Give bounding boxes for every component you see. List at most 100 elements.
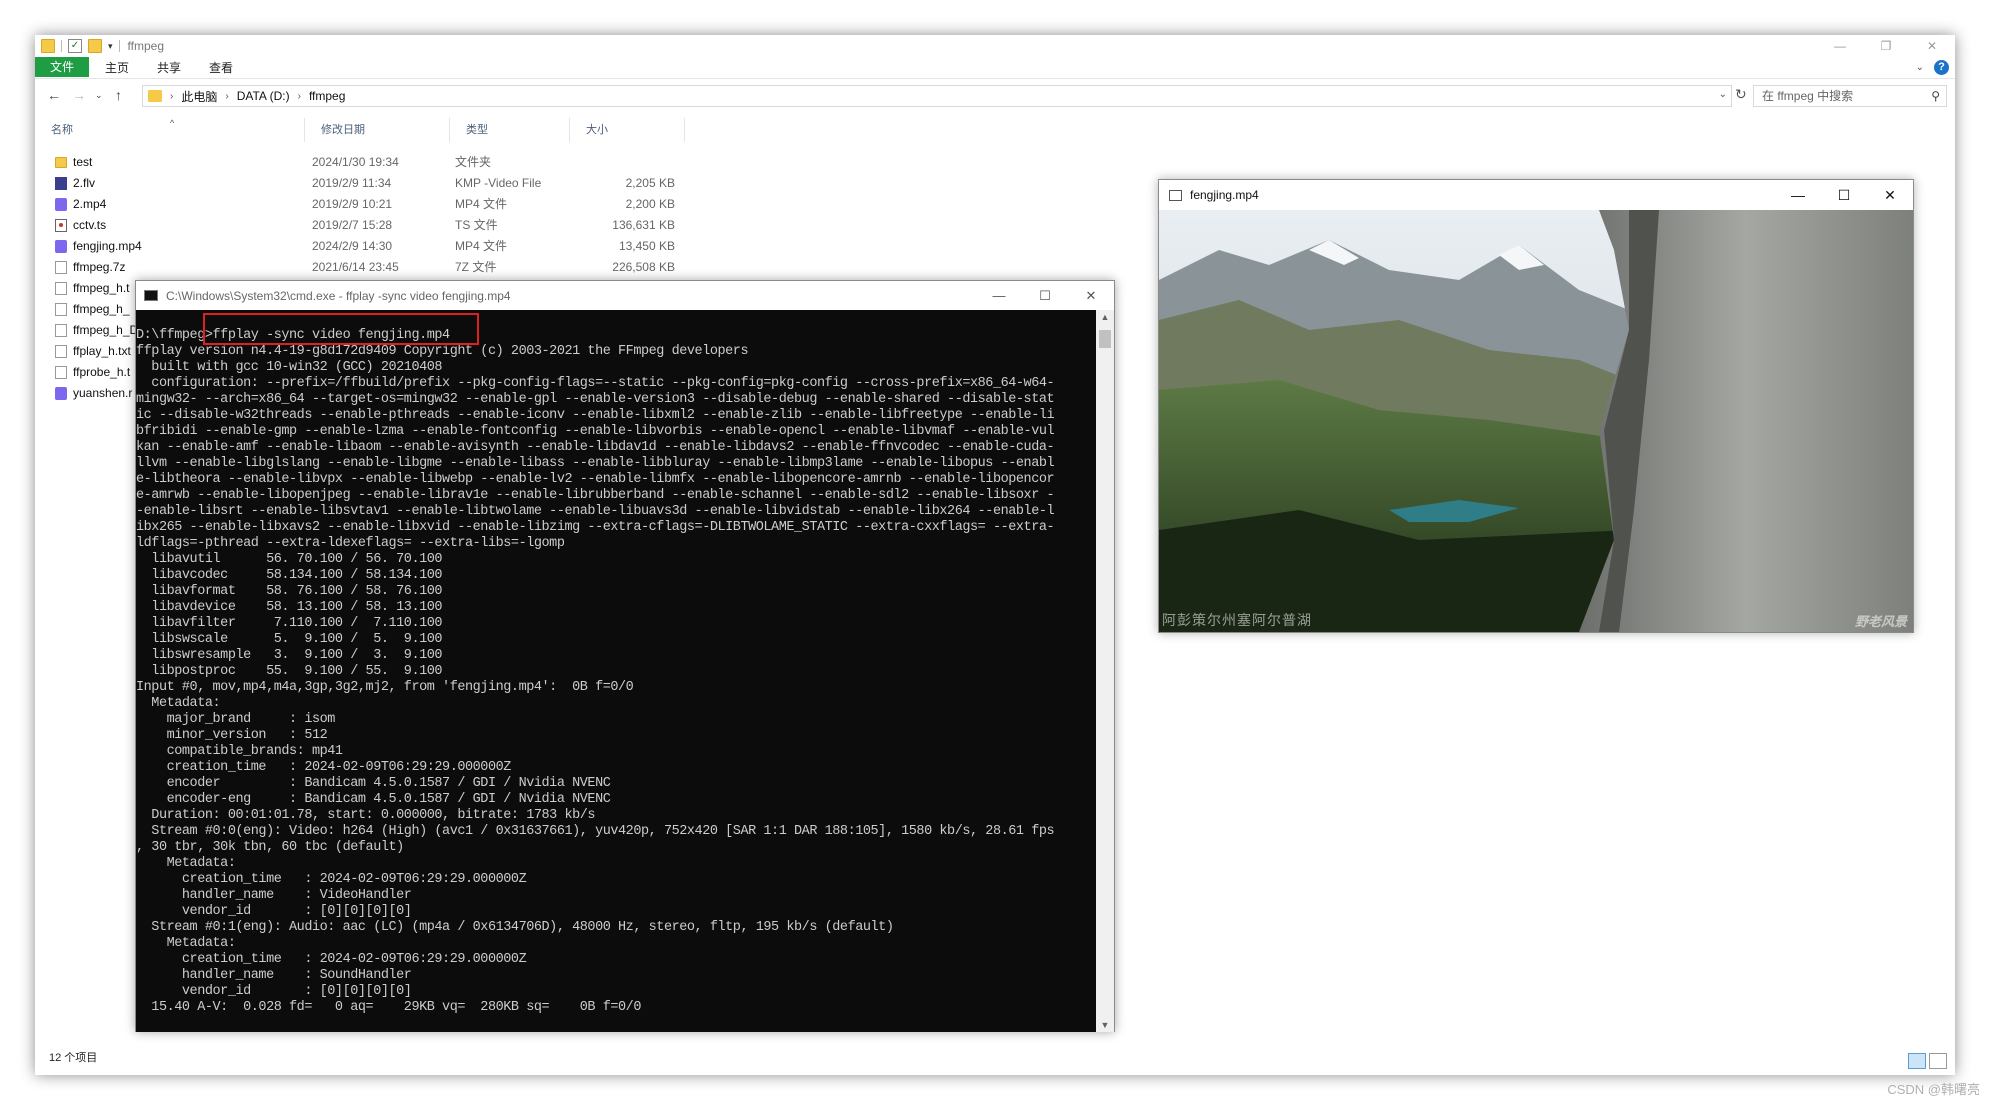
chevron-right-icon[interactable]: ›	[225, 91, 228, 102]
chevron-right-icon[interactable]: ›	[170, 91, 173, 102]
cmd-titlebar: C:\Windows\System32\cmd.exe - ffplay -sy…	[136, 281, 1114, 310]
file-row[interactable]: ffmpeg.7z 2021/6/14 23:45 7Z 文件 226,508 …	[35, 257, 675, 278]
large-icons-view-button[interactable]	[1929, 1053, 1947, 1069]
console-scrollbar[interactable]: ▲ ▼	[1096, 310, 1114, 1032]
file-row[interactable]: 2.flv 2019/2/9 11:34 KMP -Video File 2,2…	[35, 173, 675, 194]
search-icon: ⚲	[1931, 89, 1940, 103]
file-name: ffmpeg_h_	[73, 302, 130, 316]
maximize-button[interactable]: ☐	[1821, 180, 1867, 210]
window-app-icon	[1169, 189, 1182, 201]
restore-button[interactable]: ❐	[1863, 35, 1909, 57]
breadcrumb-this-pc[interactable]: 此电脑	[181, 88, 217, 105]
terminal-icon	[144, 290, 158, 301]
file-name: yuanshen.r	[73, 386, 133, 400]
file-name: 2.mp4	[73, 197, 107, 211]
maximize-button[interactable]: ☐	[1022, 281, 1068, 310]
file-date: 2024/1/30 19:34	[312, 155, 399, 169]
details-view-button[interactable]	[1908, 1053, 1926, 1069]
column-date[interactable]: 修改日期	[305, 118, 450, 142]
file-date: 2019/2/9 10:21	[312, 197, 393, 211]
properties-icon[interactable]: ✓	[68, 39, 82, 53]
folder-icon	[148, 90, 162, 102]
ts-file-icon	[55, 219, 67, 232]
tab-share[interactable]: 共享	[145, 59, 193, 77]
minimize-button[interactable]: —	[976, 281, 1022, 310]
file-date: 2021/6/14 23:45	[312, 260, 399, 274]
forward-arrow-icon[interactable]: →	[72, 87, 86, 103]
video-frame[interactable]: 阿彭策尔州塞阿尔普湖 野老风景	[1159, 210, 1913, 632]
address-row: ← → ⌄ ↑ › 此电脑 › DATA (D:) › ffmpeg ⌄ ↻ 在…	[35, 83, 1955, 109]
file-row[interactable]: fengjing.mp4 2024/2/9 14:30 MP4 文件 13,45…	[35, 236, 675, 257]
toolbar-divider	[118, 40, 120, 52]
toolbar-divider	[61, 40, 62, 52]
file-name: ffprobe_h.t	[73, 365, 131, 379]
scroll-down-icon[interactable]: ▼	[1096, 1020, 1114, 1030]
folder-icon	[41, 39, 55, 53]
breadcrumb-drive[interactable]: DATA (D:)	[237, 89, 290, 103]
recent-locations-dropdown-icon[interactable]: ⌄	[95, 90, 103, 101]
column-size[interactable]: 大小	[570, 118, 685, 142]
player-titlebar: fengjing.mp4 — ☐ ✕	[1159, 180, 1913, 210]
file-size: 226,508 KB	[612, 260, 675, 274]
chevron-right-icon[interactable]: ›	[298, 91, 301, 102]
expand-ribbon-icon[interactable]: ⌄	[1916, 62, 1924, 73]
address-bar[interactable]: › 此电脑 › DATA (D:) › ffmpeg ⌄	[142, 85, 1732, 107]
up-arrow-icon[interactable]: ↑	[115, 87, 122, 103]
file-name: cctv.ts	[73, 218, 107, 232]
minimize-button[interactable]: —	[1775, 180, 1821, 210]
file-size: 13,450 KB	[618, 239, 675, 253]
file-size: 2,205 KB	[625, 176, 675, 190]
file-type: 7Z 文件	[455, 260, 497, 274]
file-name: ffmpeg_h_D	[73, 323, 135, 337]
file-date: 2024/2/9 14:30	[312, 239, 393, 253]
file-type: TS 文件	[455, 218, 498, 232]
console-text: D:\ffmpeg>ffplay -sync video fengjing.mp…	[136, 328, 1055, 1015]
column-name[interactable]: 名称	[35, 118, 305, 142]
ribbon: 文件 主页 共享 查看 ⌄ ?	[35, 57, 1955, 79]
video-caption-location: 阿彭策尔州塞阿尔普湖	[1162, 612, 1312, 628]
text-file-icon	[55, 282, 67, 295]
landscape-video-image	[1159, 210, 1913, 632]
close-button[interactable]: ✕	[1068, 281, 1114, 310]
window-title: ffmpeg	[127, 39, 164, 53]
tab-home[interactable]: 主页	[93, 59, 141, 77]
file-type: 文件夹	[455, 155, 492, 169]
text-file-icon	[55, 303, 67, 316]
column-type[interactable]: 类型	[450, 118, 570, 142]
file-name: ffplay_h.txt	[73, 344, 131, 358]
back-arrow-icon[interactable]: ←	[47, 87, 61, 103]
search-placeholder: 在 ffmpeg 中搜索	[1762, 89, 1854, 103]
console-output[interactable]: D:\ffmpeg>ffplay -sync video fengjing.mp…	[136, 310, 1096, 1032]
file-row[interactable]: test 2024/1/30 19:34 文件夹	[35, 152, 675, 173]
file-name: test	[73, 155, 93, 169]
folder-icon	[55, 157, 67, 168]
file-type: MP4 文件	[455, 197, 508, 211]
close-button[interactable]: ✕	[1867, 180, 1913, 210]
refresh-icon[interactable]: ↻	[1735, 86, 1747, 103]
item-count: 12 个项目	[49, 1052, 98, 1064]
scrollbar-thumb[interactable]	[1099, 330, 1111, 348]
video-logo-text: 野老风景	[1854, 614, 1907, 629]
file-row[interactable]: 2.mp4 2019/2/9 10:21 MP4 文件 2,200 KB	[35, 194, 675, 215]
text-file-icon	[55, 345, 67, 358]
close-button[interactable]: ✕	[1909, 35, 1955, 57]
breadcrumb-ffmpeg[interactable]: ffmpeg	[309, 89, 345, 103]
file-row[interactable]: cctv.ts 2019/2/7 15:28 TS 文件 136,631 KB	[35, 215, 675, 236]
new-folder-icon[interactable]	[88, 39, 102, 53]
file-name: ffmpeg.7z	[73, 260, 126, 274]
cmd-title: C:\Windows\System32\cmd.exe - ffplay -sy…	[166, 288, 511, 303]
tab-view[interactable]: 查看	[197, 59, 245, 77]
search-input[interactable]: 在 ffmpeg 中搜索 ⚲	[1753, 85, 1947, 107]
scroll-up-icon[interactable]: ▲	[1096, 312, 1114, 322]
mp4-file-icon	[55, 387, 67, 400]
file-date: 2019/2/7 15:28	[312, 218, 393, 232]
text-file-icon	[55, 366, 67, 379]
watermark: CSDN @韩曙亮	[1887, 1082, 1980, 1097]
help-icon[interactable]: ?	[1934, 60, 1949, 75]
tab-file[interactable]: 文件	[35, 57, 89, 77]
address-dropdown-icon[interactable]: ⌄	[1719, 89, 1727, 100]
quick-access-dropdown-icon[interactable]: ▾	[108, 41, 113, 52]
file-size: 136,631 KB	[612, 218, 675, 232]
archive-file-icon	[55, 261, 67, 274]
minimize-button[interactable]: —	[1817, 35, 1863, 57]
